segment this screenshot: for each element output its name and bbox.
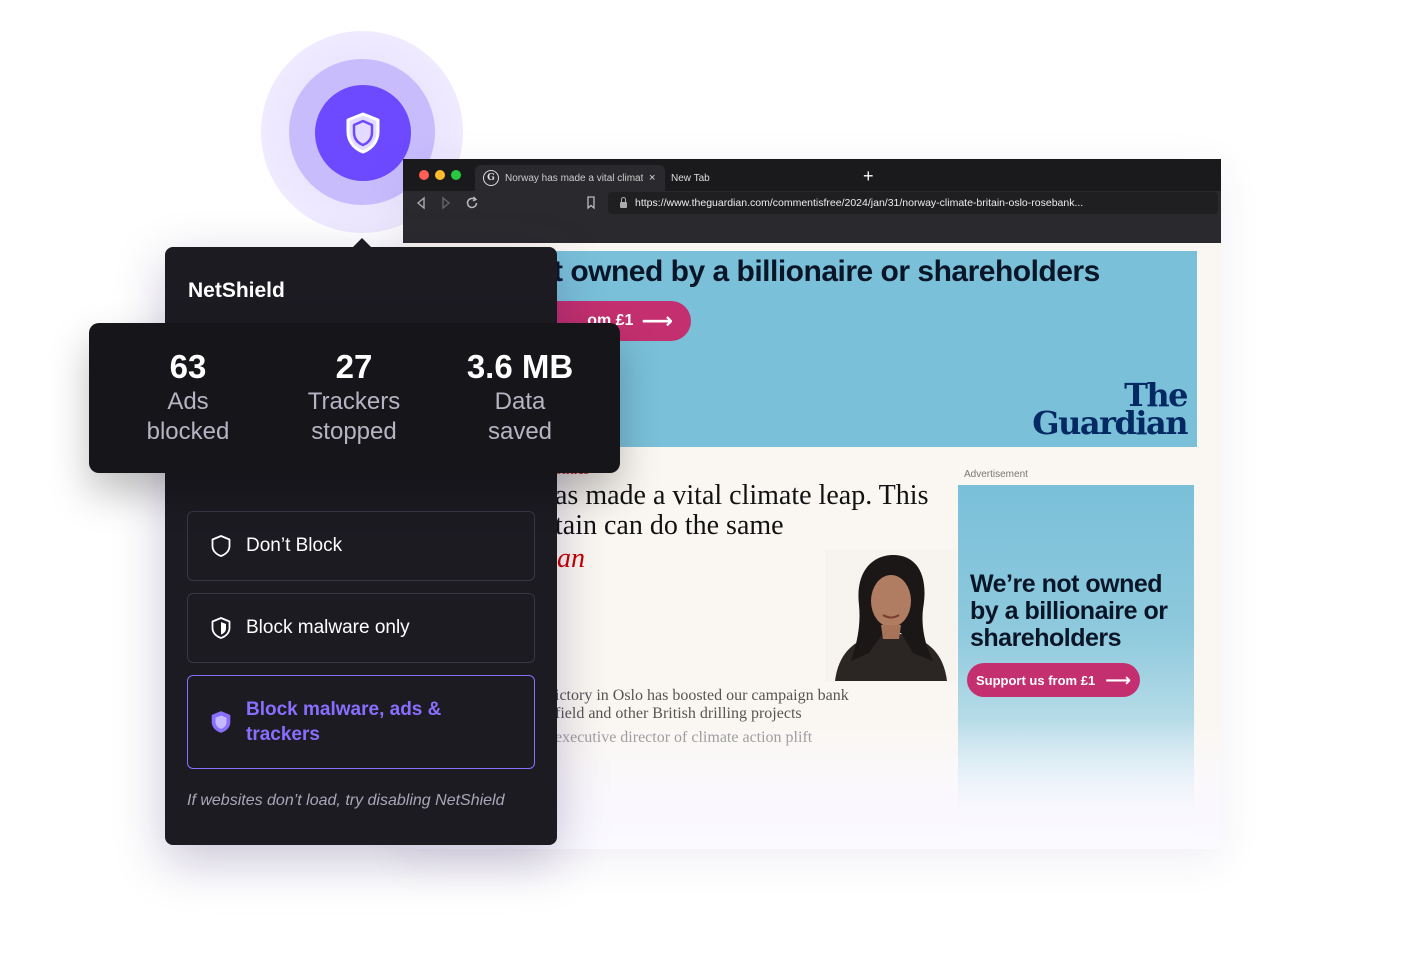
author-photo — [825, 549, 957, 681]
shield-icon — [346, 112, 380, 154]
address-bar[interactable]: https://www.theguardian.com/commentisfre… — [608, 192, 1218, 214]
shield-filled-icon — [211, 711, 231, 733]
option-label: Block malware only — [246, 617, 410, 638]
ad-support-button[interactable]: Support us from £1 ⟶ — [967, 663, 1140, 697]
ad-creative[interactable]: We’re not owned by a billionaire or shar… — [958, 485, 1194, 849]
stat-label: Ads blocked — [146, 388, 230, 445]
tab-title: New Tab — [671, 172, 710, 184]
window-close-dot[interactable] — [419, 170, 429, 180]
option-label: Block malware, ads & trackers — [246, 699, 442, 745]
ad-button-label: Support us from £1 — [976, 672, 1096, 688]
netshield-hint: If websites don’t load, try disabling Ne… — [187, 792, 505, 809]
arrow-right-icon: ⟶ — [1105, 669, 1131, 690]
option-label: Don’t Block — [246, 535, 343, 556]
guardian-favicon-icon: G — [483, 170, 499, 186]
url-text: https://www.theguardian.com/commentisfre… — [635, 197, 1084, 209]
new-tab-plus-icon[interactable]: + — [863, 165, 874, 187]
stat-value: 27 — [335, 348, 373, 385]
stat-label: Data saved — [487, 388, 553, 445]
window-maximize-dot[interactable] — [451, 170, 461, 180]
netshield-stats-card: 63 Ads blocked 27 Trackers stopped 3.6 M… — [89, 323, 620, 473]
bookmark-icon[interactable] — [586, 196, 596, 210]
guardian-logo[interactable]: The Guardian — [1032, 379, 1188, 442]
logo-line-2: Guardian — [1032, 404, 1188, 442]
option-block-malware[interactable]: Block malware only — [187, 593, 535, 663]
forward-arrow-icon[interactable] — [440, 196, 452, 210]
tab-new-tab[interactable]: New Tab — [671, 165, 851, 191]
stat-trackers-stopped: 27 Trackers stopped — [274, 347, 434, 447]
shield-half-icon — [211, 617, 231, 639]
reload-icon[interactable] — [465, 196, 479, 210]
option-dont-block[interactable]: Don’t Block — [187, 511, 535, 581]
tab-guardian-article[interactable]: G Norway has made a vital climate leap × — [475, 165, 665, 191]
stat-data-saved: 3.6 MB Data saved — [440, 347, 600, 447]
stat-value: 63 — [169, 348, 207, 385]
shield-outline-icon — [211, 535, 231, 557]
tab-close-icon[interactable]: × — [649, 172, 655, 184]
ad-label: Advertisement — [964, 469, 1028, 480]
lock-icon — [620, 197, 627, 208]
arrow-right-icon: ⟶ — [641, 308, 673, 333]
tab-title: Norway has made a vital climate leap — [505, 172, 643, 184]
article-byline[interactable]: an — [557, 543, 585, 575]
netshield-shield-badge[interactable] — [315, 85, 411, 181]
navigation-bar: https://www.theguardian.com/commentisfre… — [403, 191, 1221, 243]
article-headline: as made a vital climate leap. This tain … — [555, 480, 929, 541]
back-arrow-icon[interactable] — [415, 196, 427, 210]
standfirst-paragraph-1: ictory in Oslo has boosted our campaign … — [555, 687, 849, 722]
panel-title: NetShield — [188, 279, 285, 302]
author-portrait-image — [825, 549, 957, 681]
window-minimize-dot[interactable] — [435, 170, 445, 180]
stat-value: 3.6 MB — [466, 348, 574, 385]
stat-label: Trackers stopped — [307, 388, 401, 445]
stat-ads-blocked: 63 Ads blocked — [108, 347, 268, 447]
option-block-all[interactable]: Block malware, ads & trackers — [187, 675, 535, 769]
ad-headline: We’re not owned by a billionaire or shar… — [970, 570, 1168, 652]
article-standfirst: ictory in Oslo has boosted our campaign … — [555, 687, 875, 747]
standfirst-paragraph-2: executive director of climate action pli… — [555, 729, 813, 746]
banner-headline: t owned by a billionaire or shareholders — [553, 255, 1100, 288]
advertisement: Advertisement We’re not owned by a billi… — [958, 465, 1198, 849]
netshield-options: Don’t Block Block malware only Block mal… — [187, 511, 535, 781]
tab-bar: G Norway has made a vital climate leap ×… — [403, 159, 1221, 191]
